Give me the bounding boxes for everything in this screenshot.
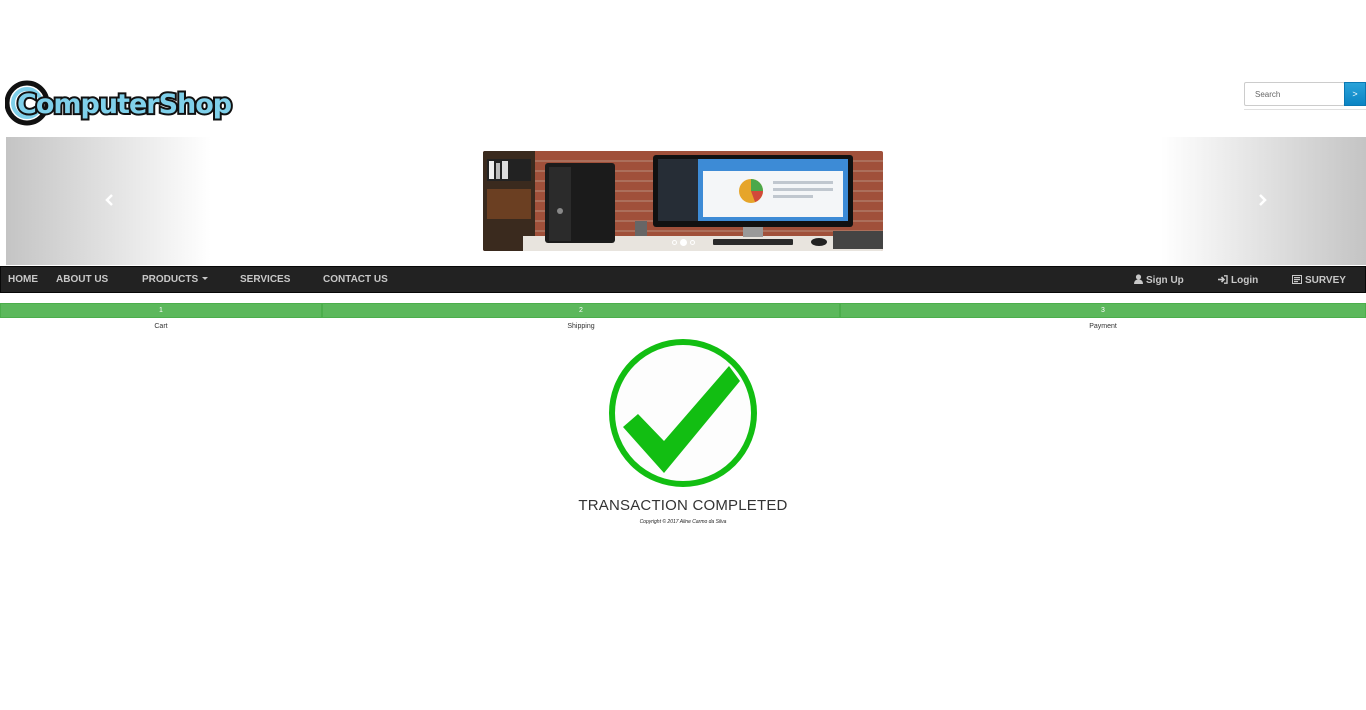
nav-products-label: PRODUCTS (142, 274, 199, 285)
carousel-slide-image (483, 151, 883, 251)
main-navbar: HOME ABOUT US PRODUCTS SERVICES CONTACT … (0, 266, 1366, 293)
carousel-indicator[interactable] (672, 240, 677, 245)
chevron-right-icon (1259, 194, 1267, 206)
step-shipping-label: Shipping (567, 323, 595, 330)
checkout-progress: 1 2 3 (0, 303, 1366, 318)
carousel-indicators (672, 239, 695, 246)
carousel-next-button[interactable] (1161, 137, 1366, 265)
nav-login-label: Login (1231, 275, 1259, 286)
carousel-indicator[interactable] (690, 240, 695, 245)
step-payment-label: Payment (1089, 323, 1117, 330)
nav-home[interactable]: HOME (8, 267, 38, 292)
nav-about-us[interactable]: ABOUT US (56, 267, 108, 292)
nav-products[interactable]: PRODUCTS (142, 267, 209, 292)
carousel-indicator-active[interactable] (680, 239, 687, 246)
computershop-logo[interactable]: ComputerShop (5, 80, 247, 126)
nav-contact-us[interactable]: CONTACT US (323, 267, 388, 292)
image-carousel (6, 137, 1366, 265)
carousel-prev-button[interactable] (6, 137, 211, 265)
search-input[interactable] (1244, 82, 1345, 106)
caret-down-icon (202, 277, 209, 280)
step-cart-label: Cart (154, 323, 168, 330)
step-cart-bar: 1 (0, 303, 322, 318)
nav-services[interactable]: SERVICES (240, 267, 290, 292)
nav-sign-up[interactable]: Sign Up (1134, 268, 1184, 293)
step-payment-bar: 3 (840, 303, 1366, 318)
login-icon (1218, 275, 1228, 284)
user-icon (1134, 274, 1143, 284)
nav-survey[interactable]: SURVEY (1292, 268, 1346, 293)
nav-survey-label: SURVEY (1305, 275, 1346, 286)
transaction-status-title: TRANSACTION COMPLETED (578, 497, 788, 514)
chevron-left-icon (105, 194, 113, 206)
success-check-icon (607, 337, 759, 489)
search-form: > (1244, 82, 1366, 110)
logo-wordmark: ComputerShop (17, 89, 232, 120)
nav-login[interactable]: Login (1218, 268, 1258, 293)
nav-sign-up-label: Sign Up (1146, 275, 1184, 286)
step-shipping-bar: 2 (322, 303, 840, 318)
survey-icon (1292, 275, 1302, 284)
copyright-text: Copyright © 2017 Aline Carmo da Silva (639, 519, 727, 525)
search-button[interactable]: > (1344, 82, 1366, 106)
